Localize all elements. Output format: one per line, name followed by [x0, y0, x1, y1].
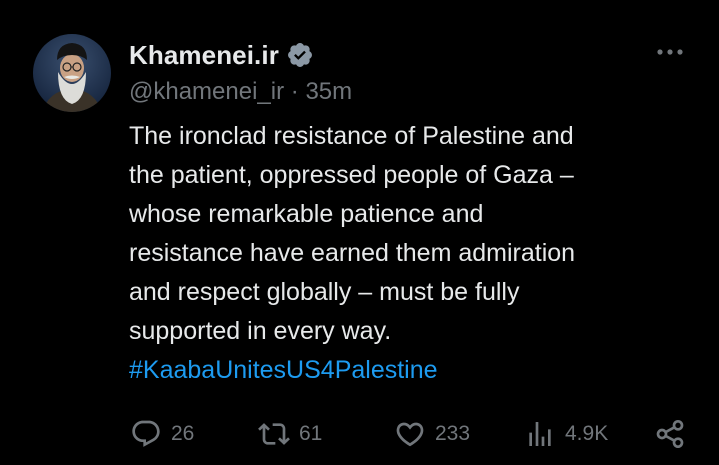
like-button[interactable]: 233: [394, 414, 470, 454]
tweet-header: Khamenei.ir: [129, 39, 314, 71]
more-options-button[interactable]: [652, 40, 688, 64]
timestamp[interactable]: 35m: [305, 78, 352, 105]
reply-count: 26: [171, 422, 195, 445]
repost-icon: [258, 423, 290, 445]
views-button[interactable]: 4.9K: [524, 414, 608, 454]
views-count: 4.9K: [565, 422, 609, 445]
hashtag-link[interactable]: #KaabaUnitesUS4Palestine: [129, 351, 438, 390]
views-icon: [529, 422, 551, 446]
share-icon: [656, 420, 684, 448]
author-handle[interactable]: @khamenei_ir: [129, 78, 284, 105]
reply-button[interactable]: 26: [130, 414, 194, 454]
more-horizontal-icon: [657, 49, 683, 55]
separator-dot: ·: [290, 78, 299, 105]
repost-button[interactable]: 61: [258, 414, 322, 454]
repost-count: 61: [299, 422, 323, 445]
author-display-name[interactable]: Khamenei.ir: [129, 40, 279, 71]
avatar[interactable]: [33, 34, 111, 112]
heart-icon: [396, 422, 424, 447]
share-button[interactable]: [654, 414, 686, 454]
action-bar: 26 61 233 4.9K: [0, 414, 719, 454]
tweet-text: The ironclad resistance of Palestine and…: [129, 122, 576, 345]
like-count: 233: [435, 422, 471, 445]
reply-icon: [132, 420, 160, 447]
verified-badge-icon[interactable]: [286, 41, 314, 69]
tweet-subheader: @khamenei_ir · 35m: [129, 78, 352, 106]
tweet-card[interactable]: Khamenei.ir @khamenei_ir · 35m The ironc…: [0, 0, 719, 465]
